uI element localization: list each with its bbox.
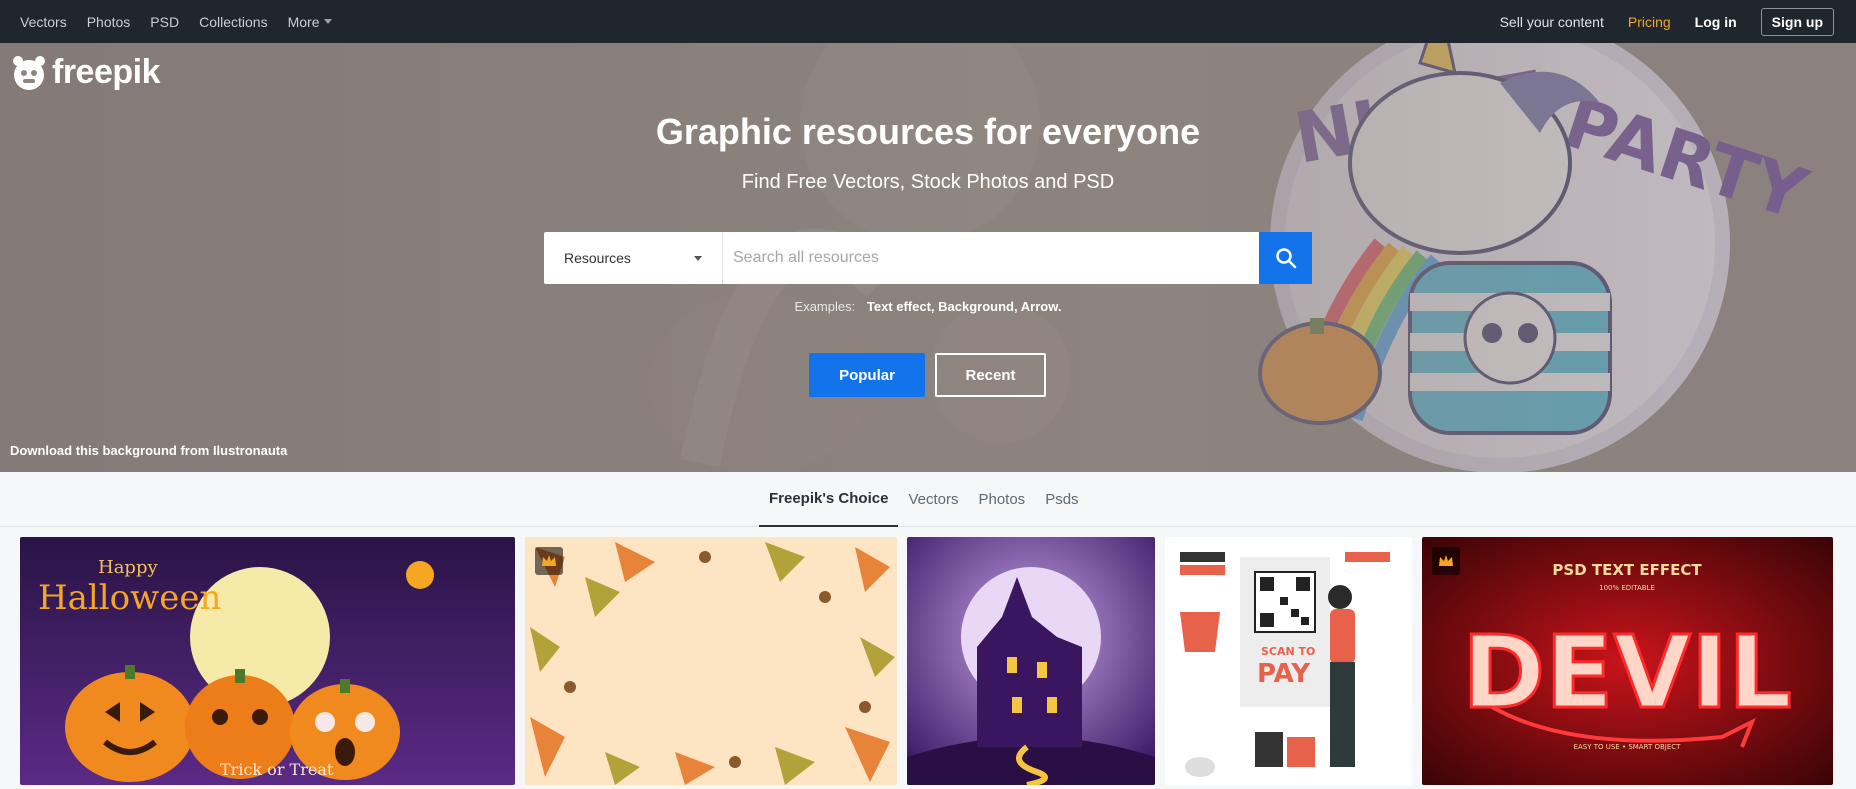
nav-more-label: More xyxy=(287,13,320,30)
resource-card[interactable]: PSD TEXT EFFECT 100% EDITABLE DEVIL EASY… xyxy=(1422,537,1833,785)
search-bar: Resources xyxy=(544,232,1312,284)
nav-pricing[interactable]: Pricing xyxy=(1628,14,1671,30)
resource-card[interactable] xyxy=(907,537,1155,785)
nav-psd[interactable]: PSD xyxy=(150,14,179,30)
image-grid: Happy Halloween Trick or Treat SCAN TO P… xyxy=(0,527,1856,789)
tab-freepiks-choice[interactable]: Freepik's Choice xyxy=(759,472,899,527)
card-text-easy-to-use: EASY TO USE • SMART OBJECT xyxy=(1574,743,1682,751)
scan-to-pay-image: SCAN TO PAY xyxy=(1165,537,1412,785)
premium-badge xyxy=(535,547,563,575)
card-text-devil: DEVIL xyxy=(1462,614,1792,731)
resource-type-label: Resources xyxy=(564,250,631,266)
card-text-happy: Happy xyxy=(98,557,158,578)
login-link[interactable]: Log in xyxy=(1695,14,1737,30)
example-text-effect[interactable]: Text effect xyxy=(867,299,931,314)
freepik-mascot-icon xyxy=(13,55,45,90)
halloween-pumpkins-image: Happy Halloween Trick or Treat xyxy=(20,537,515,785)
search-button[interactable] xyxy=(1259,232,1312,284)
examples-label: Examples: xyxy=(794,299,856,314)
freepik-logo[interactable]: freepik xyxy=(10,53,161,92)
background-credit[interactable]: Download this background from Ilustronau… xyxy=(10,443,287,458)
crown-icon xyxy=(1439,555,1453,566)
nav-vectors[interactable]: Vectors xyxy=(20,14,67,30)
tab-psds[interactable]: Psds xyxy=(1035,472,1088,527)
tab-photos[interactable]: Photos xyxy=(968,472,1035,527)
nav-collections[interactable]: Collections xyxy=(199,14,267,30)
nav-sell-content[interactable]: Sell your content xyxy=(1500,14,1604,30)
hero-title: Graphic resources for everyone xyxy=(655,111,1201,152)
card-text-scan-to: SCAN TO xyxy=(1261,645,1315,658)
example-background[interactable]: Background xyxy=(938,299,1014,314)
search-input[interactable] xyxy=(723,232,1259,284)
chevron-down-icon xyxy=(694,255,702,261)
premium-badge xyxy=(1432,547,1460,575)
crown-icon xyxy=(542,555,556,566)
autumn-leaves-image xyxy=(525,537,897,785)
logo-text: freepik xyxy=(52,53,161,91)
resource-card[interactable]: SCAN TO PAY xyxy=(1165,537,1412,785)
haunted-house-image xyxy=(907,537,1155,785)
card-text-pay: PAY xyxy=(1257,659,1311,689)
content-tabs-bar: Freepik's Choice Vectors Photos Psds xyxy=(0,472,1856,527)
nav-right: Sell your content Pricing Log in Sign up xyxy=(1500,7,1836,36)
popular-button[interactable]: Popular xyxy=(809,353,925,397)
card-text-editable: 100% EDITABLE xyxy=(1599,584,1655,592)
tab-vectors[interactable]: Vectors xyxy=(898,472,968,527)
resource-type-select[interactable]: Resources xyxy=(544,232,723,284)
top-nav: Vectors Photos PSD Collections More Sell… xyxy=(0,0,1856,43)
nav-left: Vectors Photos PSD Collections More xyxy=(20,14,333,30)
hero: NIGHT PARTY fre xyxy=(0,43,1856,472)
hero-subtitle: Find Free Vectors, Stock Photos and PSD xyxy=(741,171,1115,193)
signup-button[interactable]: Sign up xyxy=(1760,7,1834,36)
nav-more[interactable]: More xyxy=(288,14,333,30)
card-text-halloween: Halloween xyxy=(38,578,221,618)
card-text-psd-text-effect: PSD TEXT EFFECT xyxy=(1552,561,1702,579)
devil-text-effect-image: PSD TEXT EFFECT 100% EDITABLE DEVIL EASY… xyxy=(1422,537,1833,785)
content-tabs: Freepik's Choice Vectors Photos Psds xyxy=(759,472,1089,527)
example-arrow[interactable]: Arrow xyxy=(1021,299,1058,314)
recent-button[interactable]: Recent xyxy=(935,353,1046,397)
resource-card[interactable]: Happy Halloween Trick or Treat xyxy=(20,537,515,785)
search-examples: Examples: Text effect, Background, Arrow… xyxy=(794,299,1062,314)
resource-card[interactable] xyxy=(525,537,897,785)
card-text-trick-or-treat: Trick or Treat xyxy=(220,760,334,779)
search-icon xyxy=(1275,248,1296,269)
nav-photos[interactable]: Photos xyxy=(87,14,131,30)
chevron-down-icon xyxy=(324,19,333,24)
